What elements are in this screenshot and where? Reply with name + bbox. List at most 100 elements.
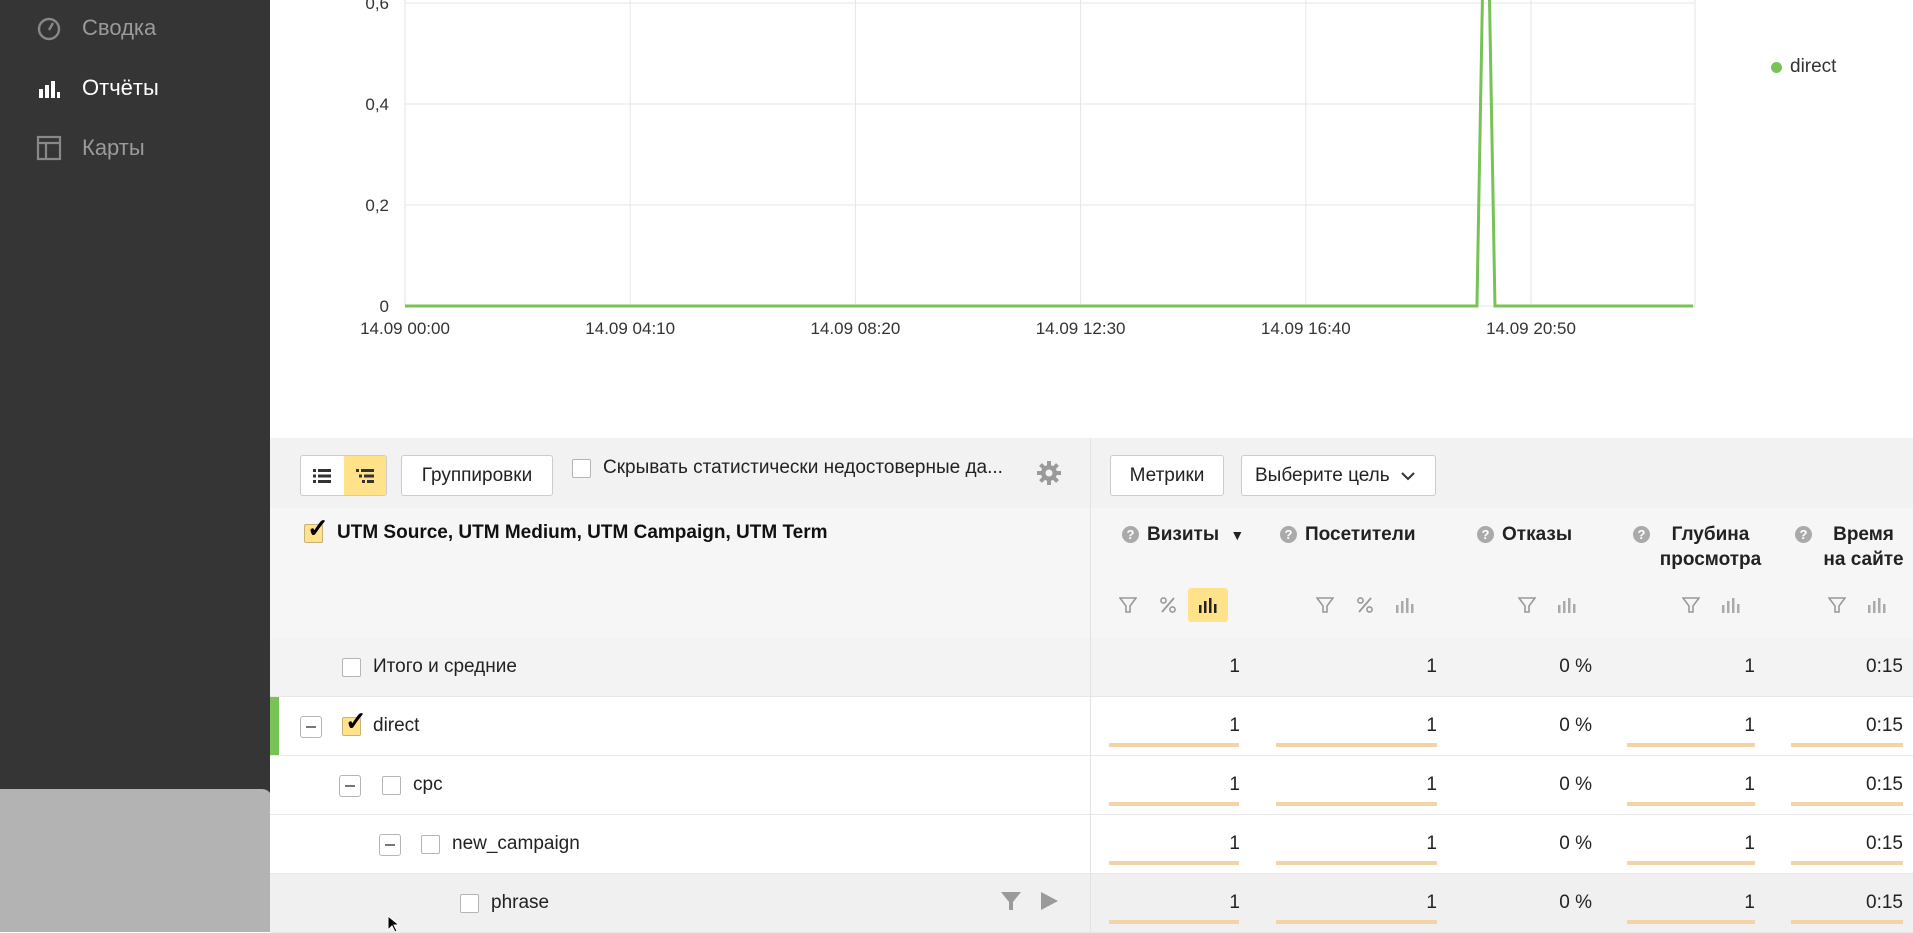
overlay-panel	[0, 789, 272, 932]
help-icon[interactable]: ?	[1633, 526, 1650, 543]
help-icon[interactable]: ?	[1477, 526, 1494, 543]
column-header-visits[interactable]: ? Визиты ▼	[1122, 522, 1244, 548]
tree-view-button[interactable]	[343, 456, 386, 495]
column-header-bounces[interactable]: ? Отказы	[1477, 522, 1572, 547]
metrics-button[interactable]: Метрики	[1110, 455, 1224, 496]
y-tick-label: 0,2	[365, 196, 389, 215]
value-bar	[1627, 920, 1755, 924]
play-icon[interactable]	[1038, 890, 1060, 912]
cell-value: 0:15	[1866, 656, 1903, 677]
sidebar-item-summary[interactable]: Сводка	[36, 10, 156, 46]
column-label: Посетители	[1305, 524, 1416, 545]
help-icon[interactable]: ?	[1122, 526, 1139, 543]
filter-icon[interactable]	[1817, 588, 1857, 622]
row-label-text: Итого и средние	[373, 656, 517, 677]
row-label: new_campaign	[421, 815, 580, 873]
table-header: ✓ UTM Source, UTM Medium, UTM Campaign, …	[270, 508, 1913, 638]
percent-icon[interactable]	[1345, 588, 1385, 622]
help-icon[interactable]: ?	[1795, 526, 1812, 543]
table-row[interactable]: cpc 110 % 1 0:15	[270, 756, 1913, 815]
dimension-title-label: UTM Source, UTM Medium, UTM Campaign, UT…	[337, 522, 828, 543]
filter-icon[interactable]	[1305, 588, 1345, 622]
cell-value: 1	[1229, 656, 1240, 677]
value-bar	[1791, 861, 1903, 865]
sort-desc-icon: ▼	[1230, 527, 1245, 543]
x-tick-label: 14.09 20:50	[1486, 319, 1576, 338]
filter-icon[interactable]	[1108, 588, 1148, 622]
legend-label: direct	[1790, 56, 1837, 77]
filter-icon[interactable]	[1000, 890, 1022, 912]
row-checkbox[interactable]	[342, 657, 361, 677]
filter-icon[interactable]	[1671, 588, 1711, 622]
bar-chart-icon[interactable]	[1385, 588, 1425, 622]
row-label-text[interactable]: cpc	[413, 774, 443, 796]
bar-chart-icon[interactable]	[1188, 588, 1228, 622]
legend-dot	[1771, 61, 1782, 73]
value-bar	[1627, 802, 1755, 806]
y-tick-label: 0	[380, 297, 389, 316]
bounces-column-tools	[1507, 588, 1587, 622]
dimension-title[interactable]: ✓ UTM Source, UTM Medium, UTM Campaign, …	[304, 515, 828, 544]
collapse-button[interactable]	[300, 716, 322, 738]
column-header-depth[interactable]: ? Глубина просмотра	[1633, 522, 1763, 572]
bar-chart-icon[interactable]	[1711, 588, 1751, 622]
bar-chart-icon[interactable]	[1547, 588, 1587, 622]
dimension-checkbox[interactable]: ✓	[304, 515, 329, 543]
visits-column-tools	[1108, 588, 1228, 622]
bar-chart-icon	[39, 81, 60, 98]
row-label: phrase	[460, 874, 549, 932]
row-checkbox[interactable]	[382, 775, 401, 795]
cell-value: 0 %	[1559, 656, 1592, 677]
row-checkbox[interactable]: ✓	[342, 708, 367, 736]
cell-value: 1	[1744, 656, 1755, 677]
column-header-visitors[interactable]: ? Посетители	[1280, 522, 1416, 547]
value-bar	[1791, 743, 1903, 747]
checkbox[interactable]	[572, 458, 591, 478]
row-checkbox[interactable]	[460, 893, 479, 913]
x-tick-label: 14.09 16:40	[1261, 319, 1351, 338]
sidebar-item-label: Карты	[82, 135, 145, 160]
y-tick-label: 0,6	[365, 0, 389, 13]
sidebar-item-maps[interactable]: Карты	[36, 130, 145, 166]
row-actions	[1000, 890, 1060, 912]
percent-icon[interactable]	[1148, 588, 1188, 622]
cell-value: 0 %	[1559, 715, 1592, 736]
table-row[interactable]: phrase 110 % 1 0:15	[270, 874, 1913, 933]
table-row-total[interactable]: Итого и средние 1 1 0 % 1 0:15	[270, 638, 1913, 697]
visitors-column-tools	[1305, 588, 1425, 622]
column-label: Время на сайте	[1823, 524, 1904, 570]
row-checkbox[interactable]	[421, 834, 440, 854]
table-row[interactable]: new_campaign 110 % 1 0:15	[270, 815, 1913, 874]
goal-select[interactable]: Выберите цель	[1241, 455, 1436, 496]
row-label-text[interactable]: phrase	[491, 892, 549, 914]
cell-value: 0 %	[1559, 774, 1592, 795]
chart-area: 0 0,2 0,4 0,6 14.09 00:00 14.09 04:10 14.09 08…	[270, 0, 1913, 438]
collapse-button[interactable]	[379, 834, 401, 856]
chart-legend[interactable]: direct	[1771, 56, 1836, 78]
row-label: cpc	[382, 756, 443, 814]
filter-icon[interactable]	[1507, 588, 1547, 622]
cell-value: 1	[1426, 656, 1437, 677]
table-row[interactable]: ✓ direct 110 % 1 0:15	[270, 697, 1913, 756]
list-view-button[interactable]	[301, 456, 344, 495]
list-icon	[313, 468, 332, 483]
value-bar	[1109, 861, 1239, 865]
row-label-text[interactable]: new_campaign	[452, 833, 580, 855]
collapse-button[interactable]	[339, 775, 361, 797]
depth-column-tools	[1671, 588, 1751, 622]
sidebar-item-reports[interactable]: Отчёты	[36, 70, 159, 106]
gear-icon[interactable]	[1036, 460, 1062, 491]
table-divider	[1090, 438, 1091, 932]
y-tick-label: 0,4	[365, 95, 389, 114]
hide-unreliable-checkbox[interactable]: Скрывать статистически недостоверные да.…	[572, 457, 1032, 479]
cell-value: 0 %	[1559, 833, 1592, 854]
row-label: Итого и средние	[342, 638, 517, 696]
column-header-time[interactable]: ? Время на сайте	[1795, 522, 1907, 572]
bar-chart-icon[interactable]	[1857, 588, 1897, 622]
column-label: Глубина просмотра	[1659, 524, 1762, 570]
row-label-text[interactable]: direct	[373, 715, 419, 737]
help-icon[interactable]: ?	[1280, 526, 1297, 543]
visits-chart: 0 0,2 0,4 0,6 14.09 00:00 14.09 04:10 14.09 08…	[360, 0, 1696, 338]
column-label: Отказы	[1502, 524, 1573, 545]
groupings-button[interactable]: Группировки	[401, 455, 553, 496]
